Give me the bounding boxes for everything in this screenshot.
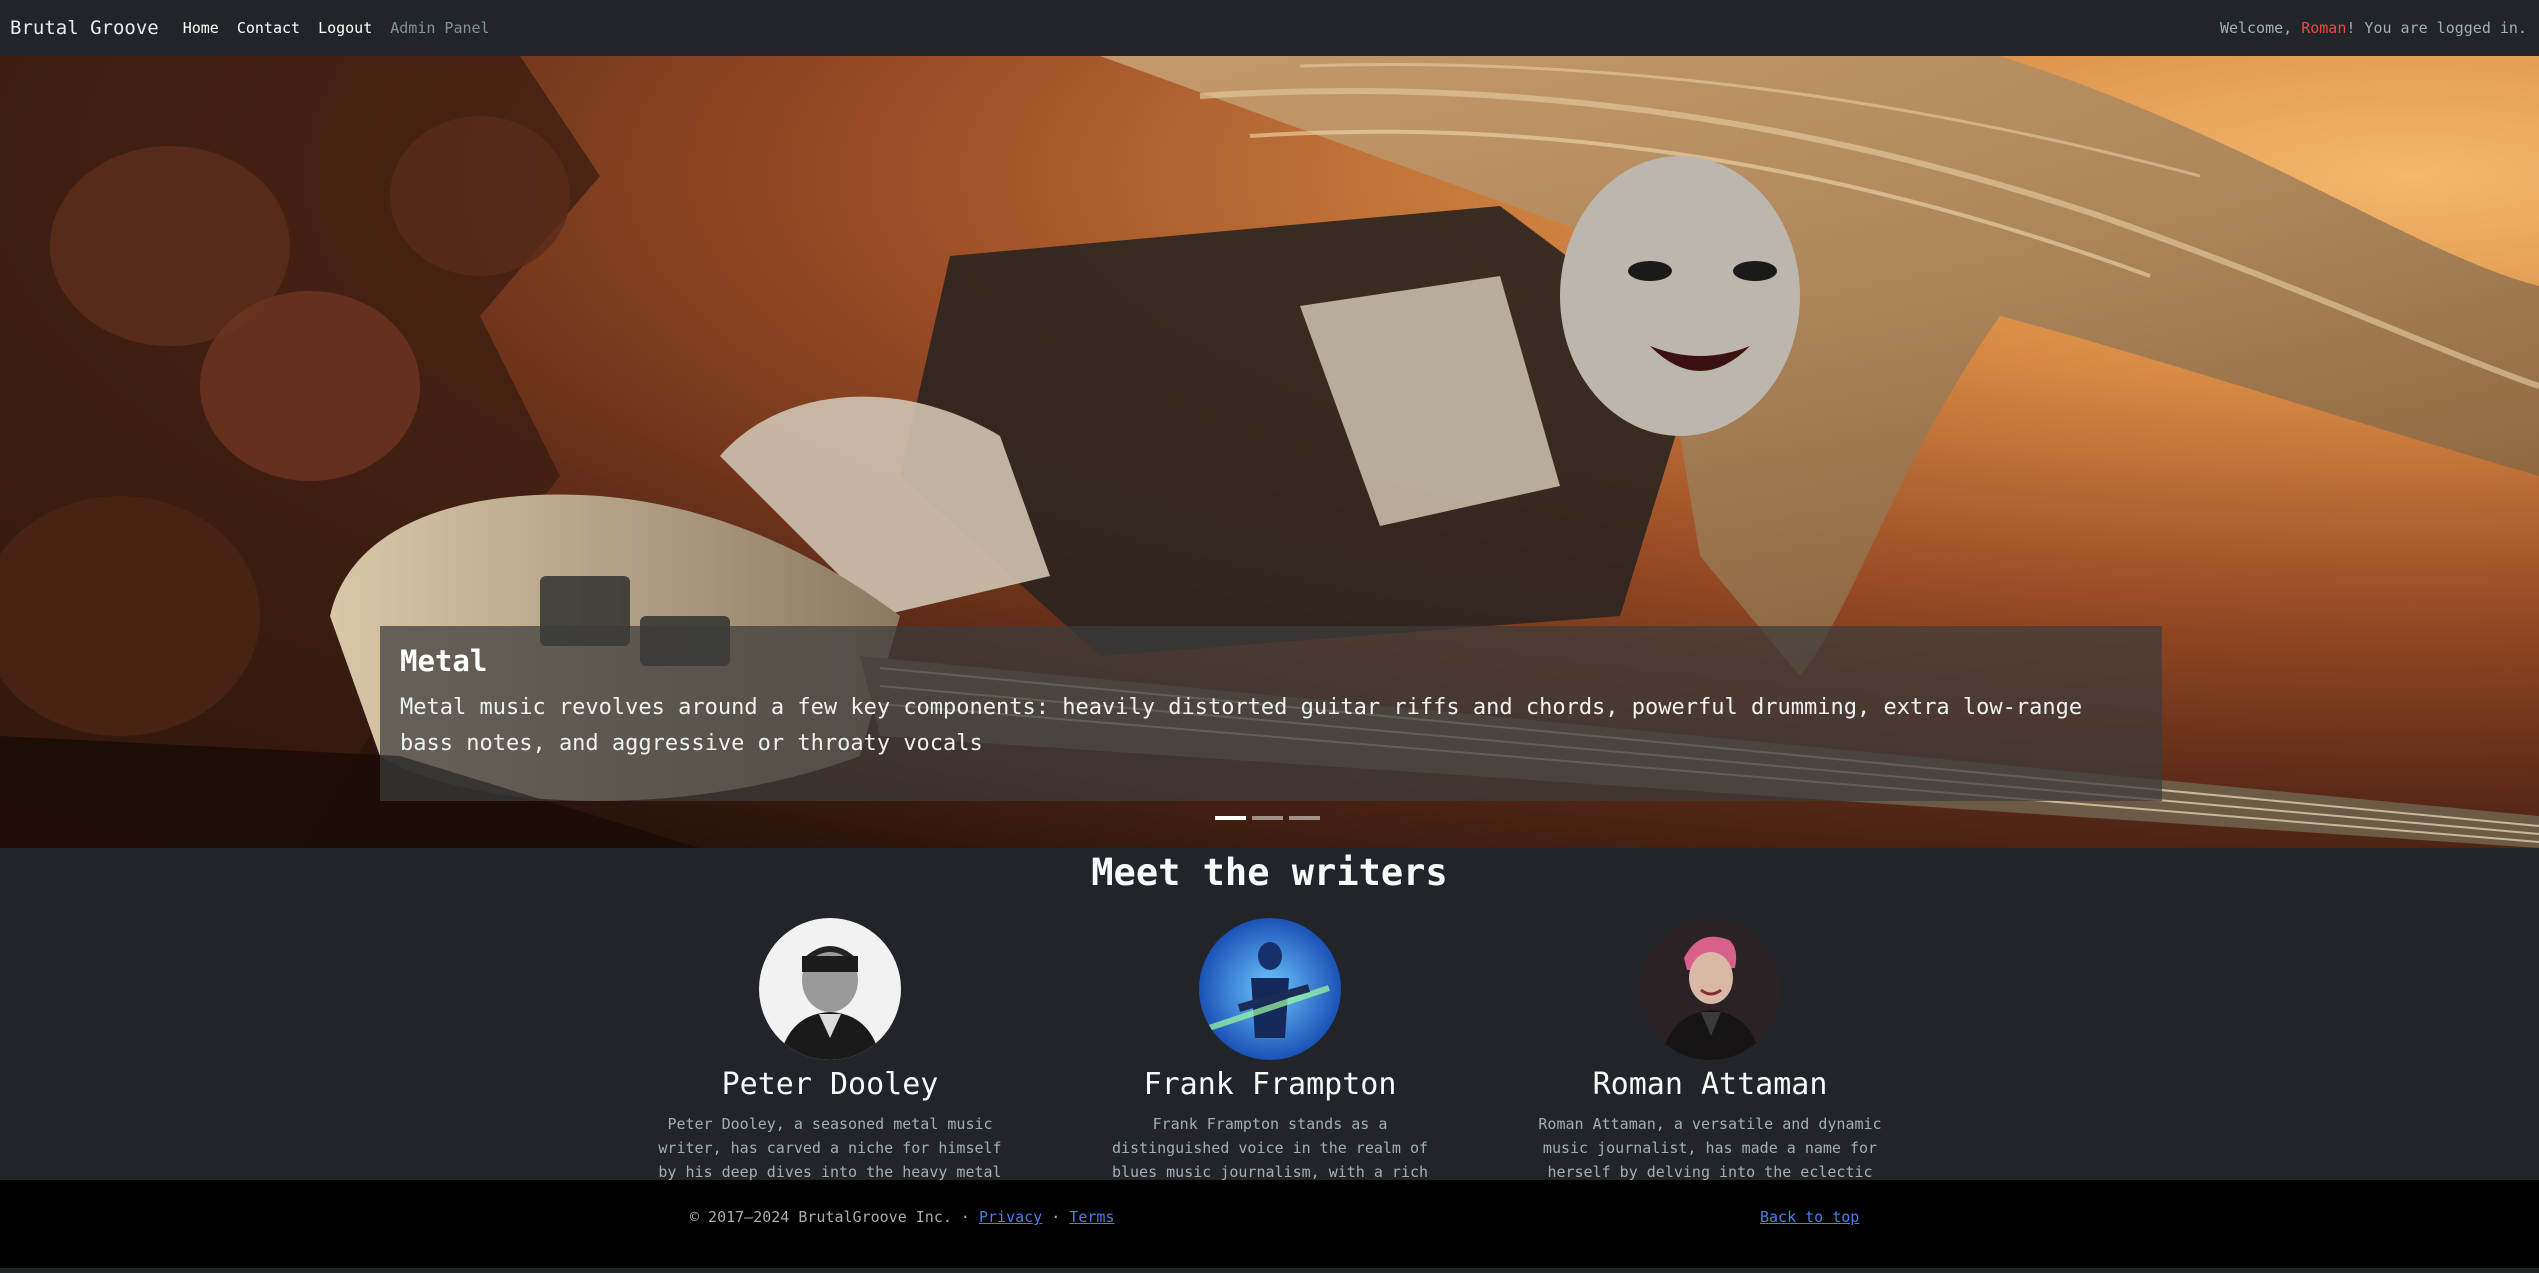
welcome-suffix: ! You are logged in.: [2346, 19, 2527, 37]
nav-home-link[interactable]: Home: [183, 19, 219, 37]
nav-links: Home Contact Logout Admin Panel: [183, 19, 490, 37]
bottom-strip: [0, 1268, 2539, 1273]
carousel-slide-title: Metal: [400, 644, 488, 678]
carousel-slide-text: Metal music revolves around a few key co…: [400, 695, 2083, 756]
footer-separator: ·: [1042, 1208, 1070, 1226]
brand-link[interactable]: Brutal Groove: [10, 17, 159, 39]
carousel-caption: Metal Metal music revolves around a few …: [380, 626, 2162, 801]
welcome-prefix: Welcome,: [2219, 19, 2302, 37]
carousel-indicators: [1215, 816, 1320, 820]
writer-name: Peter Dooley: [721, 1067, 939, 1102]
writer-card-roman: Roman Attaman Roman Attaman, a versatile…: [1520, 918, 1900, 1208]
carousel-indicator-1[interactable]: [1215, 816, 1246, 820]
footer: © 2017–2024 BrutalGroove Inc. · Privacy …: [0, 1180, 2539, 1268]
nav-admin-panel-link[interactable]: Admin Panel: [390, 19, 489, 37]
writers-section-title: Meet the writers: [1091, 851, 1448, 894]
avatar: [1639, 918, 1781, 1060]
carousel-indicator-2[interactable]: [1252, 816, 1283, 820]
hero-carousel[interactable]: Metal Metal music revolves around a few …: [0, 56, 2539, 848]
writer-name: Roman Attaman: [1592, 1067, 1828, 1102]
navbar: Brutal Groove Home Contact Logout Admin …: [0, 0, 2539, 56]
carousel-indicator-3[interactable]: [1289, 816, 1320, 820]
writer-name: Frank Frampton: [1143, 1067, 1397, 1102]
avatar: [759, 918, 901, 1060]
welcome-username: Roman: [2301, 19, 2347, 37]
footer-back-to-top: Back to top: [1760, 1208, 1859, 1226]
writer-card-peter: Peter Dooley Peter Dooley, a seasoned me…: [640, 918, 1020, 1208]
copyright-text: © 2017–2024 BrutalGroove Inc. ·: [690, 1208, 979, 1226]
avatar: [1199, 918, 1341, 1060]
footer-copyright: © 2017–2024 BrutalGroove Inc. · Privacy …: [690, 1208, 1114, 1226]
welcome-message: Welcome, Roman! You are logged in.: [2220, 19, 2529, 37]
back-to-top-link[interactable]: Back to top: [1760, 1208, 1859, 1226]
terms-link[interactable]: Terms: [1069, 1208, 1114, 1226]
nav-contact-link[interactable]: Contact: [237, 19, 300, 37]
privacy-link[interactable]: Privacy: [979, 1208, 1042, 1226]
nav-logout-link[interactable]: Logout: [318, 19, 372, 37]
